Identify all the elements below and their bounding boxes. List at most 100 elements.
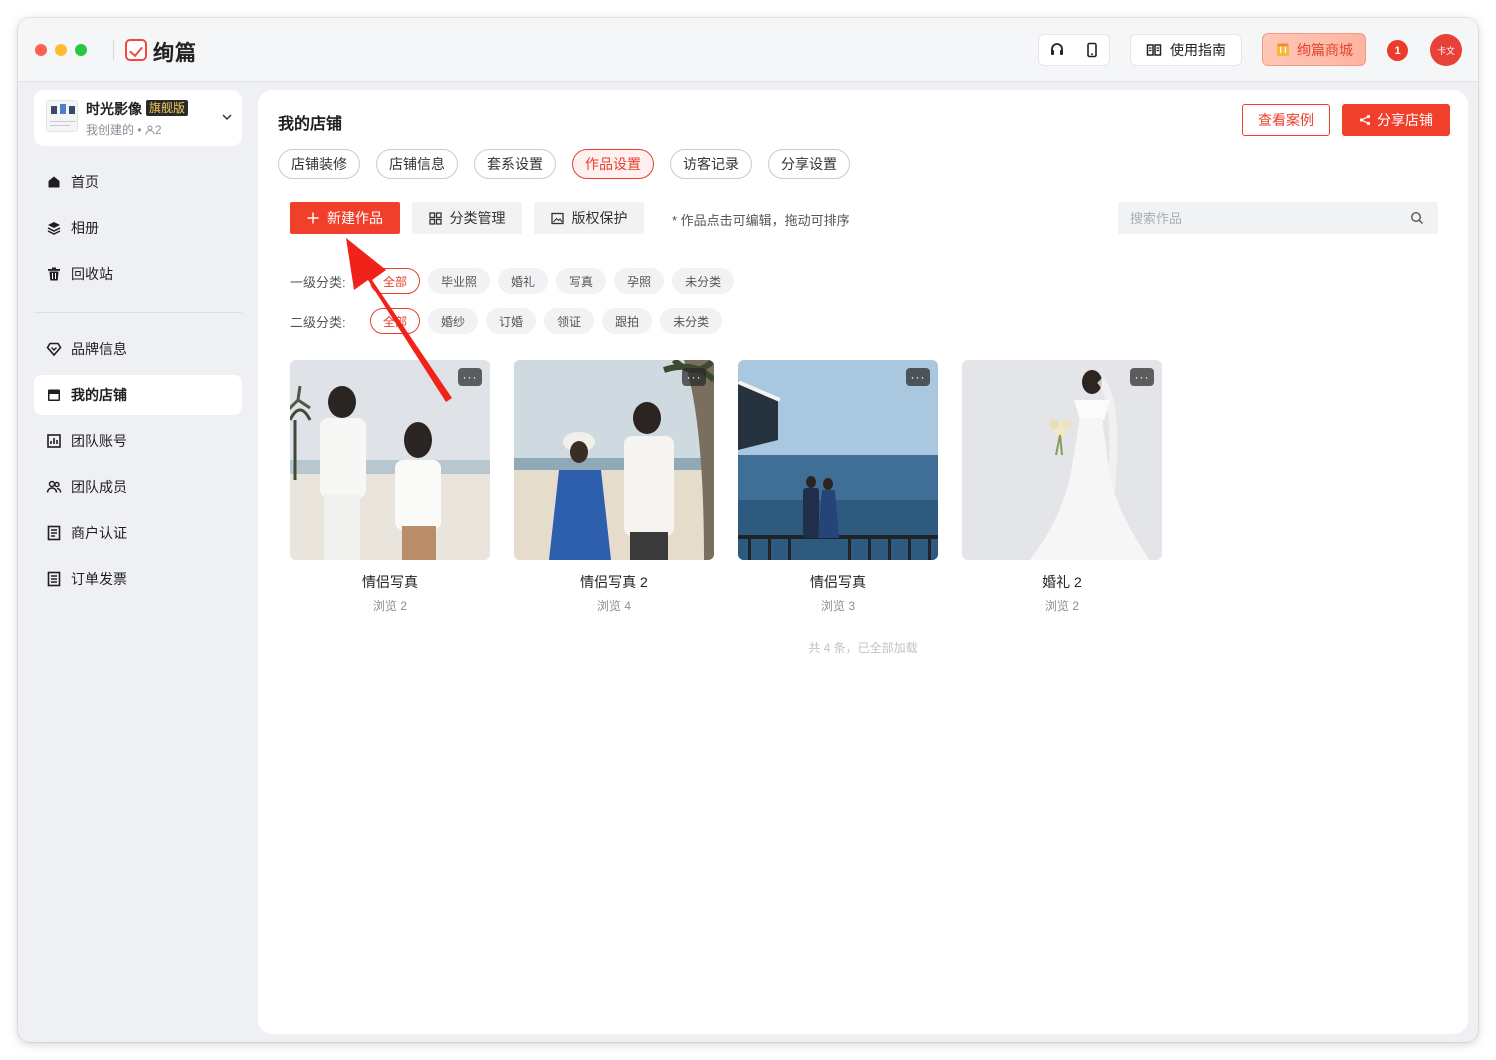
- app-window: 绚篇 使用指南 绚篇商城 1 卡文 时光影像 旗舰版 我创建的 • 2 首页 相…: [18, 18, 1478, 1042]
- more-options-button[interactable]: ···: [906, 368, 930, 386]
- category-manage-label: 分类管理: [449, 210, 506, 226]
- doc-icon: [47, 525, 61, 541]
- work-photo: [290, 360, 490, 560]
- primary-category-filter: 一级分类: 全部 毕业照 婚礼 写真 孕照 未分类: [290, 268, 735, 294]
- mobile-icon[interactable]: [1084, 42, 1100, 58]
- secondary-chip-gown[interactable]: 婚纱: [428, 308, 479, 334]
- share-icon: [1359, 114, 1371, 126]
- sidebar-item-label: 回收站: [71, 266, 113, 282]
- sidebar-item-label: 我的店铺: [71, 387, 127, 403]
- sidebar-item-home[interactable]: 首页: [34, 162, 242, 202]
- app-name: 绚篇: [153, 42, 197, 65]
- sidebar-divider: [34, 312, 242, 313]
- primary-chip-maternity[interactable]: 孕照: [614, 268, 665, 294]
- more-options-button[interactable]: ···: [682, 368, 706, 386]
- primary-chip-graduation[interactable]: 毕业照: [428, 268, 491, 294]
- sidebar-item-team-members[interactable]: 团队成员: [34, 467, 242, 507]
- sidebar-item-label: 相册: [71, 220, 99, 236]
- primary-chip-portrait[interactable]: 写真: [556, 268, 607, 294]
- work-thumbnail[interactable]: ···: [514, 360, 714, 560]
- work-views: 浏览 2: [372, 599, 407, 613]
- secondary-chip-marriage-license[interactable]: 领证: [544, 308, 595, 334]
- main-panel: 我的店铺 查看案例 分享店铺 店铺装修 店铺信息 套系设置 作品设置 访客记录 …: [258, 90, 1468, 1034]
- work-views: 浏览 2: [1044, 599, 1079, 613]
- brand-icon: [46, 342, 62, 357]
- new-work-label: 新建作品: [327, 210, 383, 226]
- page-title: 我的店铺: [278, 116, 343, 133]
- work-thumbnail[interactable]: ···: [962, 360, 1162, 560]
- more-options-button[interactable]: ···: [458, 368, 482, 386]
- work-card[interactable]: ··· 情侣写真 2 浏览 4: [514, 360, 714, 614]
- user-guide-button[interactable]: 使用指南: [1130, 34, 1242, 66]
- sidebar-item-label: 商户认证: [71, 525, 127, 541]
- secondary-chip-uncategorized[interactable]: 未分类: [660, 308, 723, 334]
- chart-icon: [47, 434, 61, 448]
- tab-visitor-log[interactable]: 访客记录: [670, 149, 752, 179]
- trash-icon: [48, 267, 60, 281]
- sidebar-item-trash[interactable]: 回收站: [34, 254, 242, 294]
- store-tier-badge: 旗舰版: [146, 100, 189, 116]
- secondary-chip-follow-shoot[interactable]: 跟拍: [602, 308, 653, 334]
- copyright-protection-button[interactable]: 版权保护: [534, 202, 644, 234]
- headset-icon[interactable]: [1049, 42, 1065, 58]
- work-card[interactable]: ··· 情侣写真 浏览 2: [290, 360, 490, 614]
- chevron-down-icon[interactable]: [220, 110, 234, 124]
- invoice-icon: [47, 571, 61, 587]
- secondary-chip-engagement[interactable]: 订婚: [486, 308, 537, 334]
- store-switcher[interactable]: 时光影像 旗舰版 我创建的 • 2: [34, 90, 242, 146]
- work-card[interactable]: ··· 情侣写真 浏览 3: [738, 360, 938, 614]
- maximize-window-button[interactable]: [75, 44, 87, 56]
- work-thumbnail[interactable]: ···: [738, 360, 938, 560]
- sidebar-item-album[interactable]: 相册: [34, 208, 242, 248]
- close-window-button[interactable]: [35, 44, 47, 56]
- tab-store-decoration[interactable]: 店铺装修: [278, 149, 360, 179]
- search-input[interactable]: [1130, 202, 1400, 234]
- window-controls: [35, 44, 87, 56]
- primary-chip-all[interactable]: 全部: [370, 268, 421, 294]
- tab-works-settings[interactable]: 作品设置: [572, 149, 654, 179]
- sidebar-item-merchant-verification[interactable]: 商户认证: [34, 513, 242, 553]
- works-grid: ··· 情侣写真 浏览 2 ··· 情侣写真 2 浏览 4 ··· 情侣写真 浏…: [290, 360, 1162, 614]
- sidebar-item-my-store[interactable]: 我的店铺: [34, 375, 242, 415]
- work-title: 情侣写真 2: [580, 574, 648, 590]
- sidebar-item-label: 团队成员: [71, 479, 127, 495]
- primary-chip-wedding[interactable]: 婚礼: [498, 268, 549, 294]
- more-options-button[interactable]: ···: [1130, 368, 1154, 386]
- work-thumbnail[interactable]: ···: [290, 360, 490, 560]
- minimize-window-button[interactable]: [55, 44, 67, 56]
- work-title: 情侣写真: [810, 574, 866, 590]
- avatar[interactable]: 卡文: [1430, 34, 1462, 66]
- secondary-chip-all[interactable]: 全部: [370, 308, 421, 334]
- tab-store-info[interactable]: 店铺信息: [376, 149, 458, 179]
- primary-category-label: 一级分类:: [290, 274, 346, 290]
- store-member-count: 2: [154, 123, 162, 137]
- mall-label: 绚篇商城: [1297, 41, 1353, 58]
- sidebar-item-brand[interactable]: 品牌信息: [34, 329, 242, 369]
- image-icon: [550, 212, 564, 224]
- tab-share-settings[interactable]: 分享设置: [768, 149, 850, 179]
- shop-icon: [1277, 43, 1289, 56]
- store-tabs: 店铺装修 店铺信息 套系设置 作品设置 访客记录 分享设置: [278, 149, 850, 179]
- sidebar-item-label: 首页: [71, 174, 99, 190]
- list-footer: 共 4 条，已全部加载: [808, 641, 918, 655]
- support-toolbar: [1038, 34, 1110, 66]
- store-icon: [48, 389, 60, 401]
- view-cases-button[interactable]: 查看案例: [1242, 104, 1330, 136]
- work-card[interactable]: ··· 婚礼 2 浏览 2: [962, 360, 1162, 614]
- notification-badge[interactable]: 1: [1387, 40, 1408, 61]
- primary-chip-uncategorized[interactable]: 未分类: [672, 268, 735, 294]
- tab-package-settings[interactable]: 套系设置: [474, 149, 556, 179]
- mall-button[interactable]: 绚篇商城: [1262, 33, 1366, 66]
- sidebar-item-team-account[interactable]: 团队账号: [34, 421, 242, 461]
- new-work-button[interactable]: 新建作品: [290, 202, 400, 234]
- sidebar-item-invoice[interactable]: 订单发票: [34, 559, 242, 599]
- share-store-button[interactable]: 分享店铺: [1342, 104, 1450, 136]
- store-owner-label: 我创建的 •: [86, 123, 145, 137]
- work-title: 情侣写真: [362, 574, 418, 590]
- category-manage-button[interactable]: 分类管理: [412, 202, 522, 234]
- book-icon: [1146, 44, 1162, 56]
- members-icon: [46, 480, 62, 493]
- work-photo: [514, 360, 714, 560]
- search-icon[interactable]: [1410, 211, 1424, 225]
- user-guide-label: 使用指南: [1170, 42, 1226, 58]
